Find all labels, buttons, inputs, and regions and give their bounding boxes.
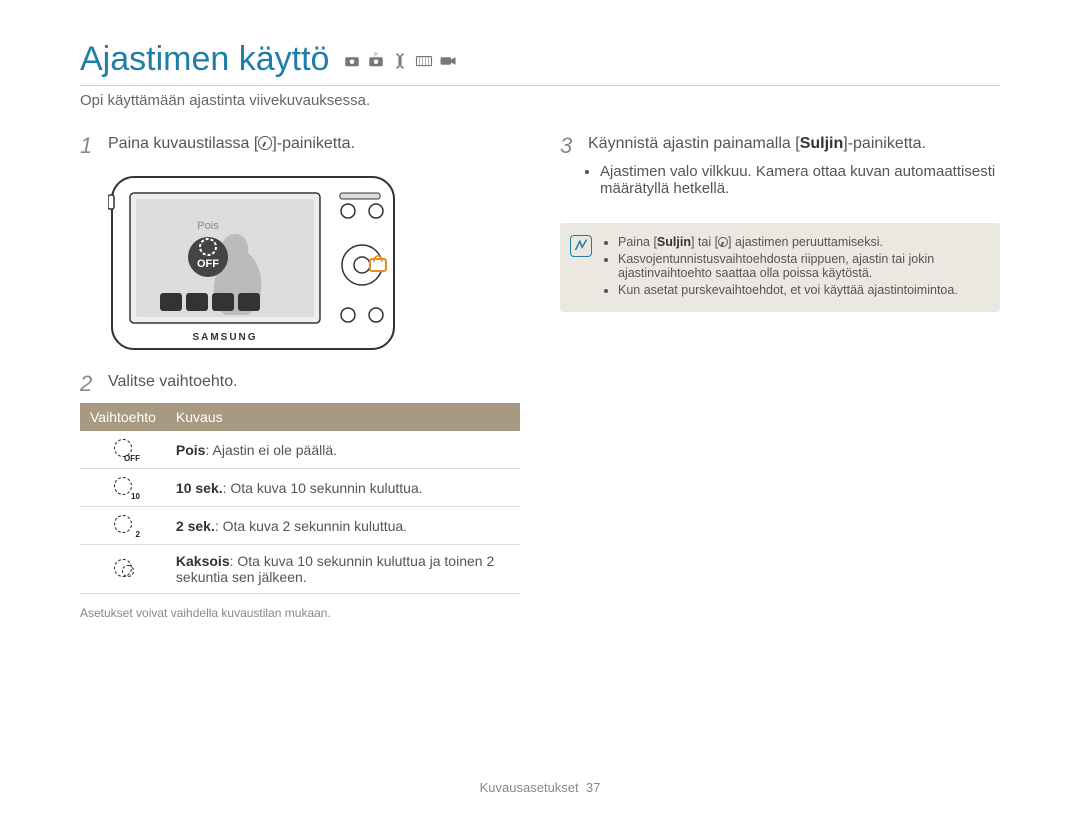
bullet-item: Ajastimen valo vilkkuu. Kamera ottaa kuv… <box>600 163 1000 197</box>
timer-double-icon <box>114 559 132 577</box>
opt-desc: Kaksois: Ota kuva 10 sekunnin kuluttua j… <box>166 545 520 594</box>
step-1-text: Paina kuvaustilassa []-painiketta. <box>108 135 355 157</box>
page-footer: Kuvausasetukset 37 <box>0 780 1080 795</box>
mode-smart-icon <box>343 52 361 70</box>
note-item: Kun asetat purskevaihtoehdot, et voi käy… <box>618 283 986 297</box>
col-option: Vaihtoehto <box>80 403 166 431</box>
step-3: 3 Käynnistä ajastin painamalla [Suljin]-… <box>560 135 1000 157</box>
timer-10-icon: 10 <box>114 477 132 495</box>
step-number: 3 <box>560 135 578 157</box>
camera-illustration: OFF Pois <box>108 165 520 355</box>
table-row: OFF Pois: Ajastin ei ole päällä. <box>80 431 520 469</box>
step-2-text: Valitse vaihtoehto. <box>108 373 238 395</box>
screen-off-label: OFF <box>197 258 219 270</box>
page-title: Ajastimen käyttö <box>80 40 329 79</box>
opt-desc: Pois: Ajastin ei ole päällä. <box>166 431 520 469</box>
camera-brand: SAMSUNG <box>192 332 257 343</box>
options-table: Vaihtoehto Kuvaus OFF Pois: Ajastin ei o… <box>80 403 520 594</box>
mode-scene-icon <box>415 52 433 70</box>
note-info-icon <box>570 235 592 257</box>
table-row: Kaksois: Ota kuva 10 sekunnin kuluttua j… <box>80 545 520 594</box>
svg-text:P: P <box>375 53 379 59</box>
page-subtitle: Opi käyttämään ajastinta viivekuvauksess… <box>80 92 1000 109</box>
screen-pois-label: Pois <box>197 220 219 232</box>
table-footnote: Asetukset voivat vaihdella kuvaustilan m… <box>80 606 520 620</box>
note-item: Paina [Suljin] tai [] ajastimen peruutta… <box>618 235 986 249</box>
step-3-text: Käynnistä ajastin painamalla [Suljin]-pa… <box>588 135 926 157</box>
mode-program-icon: P <box>367 52 385 70</box>
step-3-bullets: Ajastimen valo vilkkuu. Kamera ottaa kuv… <box>586 163 1000 197</box>
timer-off-icon: OFF <box>114 439 132 457</box>
step-1: 1 Paina kuvaustilassa []-painiketta. <box>80 135 520 157</box>
timer-2-icon: 2 <box>114 515 132 533</box>
col-desc: Kuvaus <box>166 403 520 431</box>
opt-desc: 10 sek.: Ota kuva 10 sekunnin kuluttua. <box>166 469 520 507</box>
mode-movie-icon <box>439 52 457 70</box>
mode-icons: P <box>343 52 457 70</box>
opt-desc: 2 sek.: Ota kuva 2 sekunnin kuluttua. <box>166 507 520 545</box>
note-item: Kasvojentunnistusvaihtoehdosta riippuen,… <box>618 252 986 280</box>
timer-icon <box>258 136 272 150</box>
mode-dis-icon <box>391 52 409 70</box>
table-row: 2 2 sek.: Ota kuva 2 sekunnin kuluttua. <box>80 507 520 545</box>
table-row: 10 10 sek.: Ota kuva 10 sekunnin kuluttu… <box>80 469 520 507</box>
title-row: Ajastimen käyttö P <box>80 40 1000 86</box>
timer-icon <box>718 237 728 247</box>
note-box: Paina [Suljin] tai [] ajastimen peruutta… <box>560 223 1000 312</box>
step-2: 2 Valitse vaihtoehto. <box>80 373 520 395</box>
step-number: 1 <box>80 135 98 157</box>
step-number: 2 <box>80 373 98 395</box>
